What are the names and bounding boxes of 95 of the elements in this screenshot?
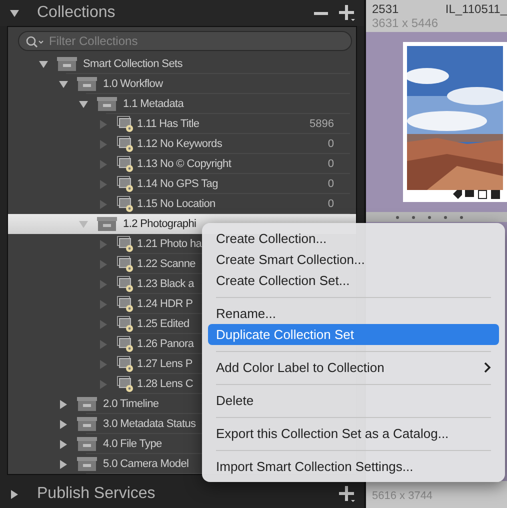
collection-name[interactable]: 1.14 No GPS Tag [137,178,218,190]
collection-name[interactable]: 1.27 Lens P [137,358,192,370]
collection-name[interactable]: 1.21 Photo ha [137,238,202,250]
menu-item[interactable]: Create Smart Collection... [208,249,499,270]
expanded-triangle-icon[interactable] [39,60,48,68]
rating-dot [460,216,463,218]
smart-collection-icon [117,176,133,192]
disclosure-triangle-icon [99,120,108,128]
collection-name[interactable]: 1.28 Lens C [137,378,194,390]
disclosure-triangle-icon [99,280,108,288]
menu-item[interactable]: Export this Collection Set as a Catalog... [208,423,499,444]
collection-name[interactable]: 1.25 Edited [137,318,190,330]
photo-dimensions: 5616 x 3744 [372,490,433,502]
photo-dimensions: 3631 x 5446 [372,16,440,30]
panel-title: Collections [37,4,116,22]
disclosure-triangle-icon [99,140,108,148]
collection-set-icon [97,97,117,111]
collection-name[interactable]: 5.0 Camera Model [103,458,189,470]
add-icon[interactable] [338,4,356,22]
collection-set-icon [77,77,97,91]
photo-index: 2531 [372,2,399,16]
collection-name[interactable]: 4.0 File Type [103,438,162,450]
collection-name[interactable]: 3.0 Metadata Status [103,418,196,430]
smart-collection-icon [117,316,133,332]
filter-field[interactable]: Filter Collections [18,31,352,51]
expanded-triangle-icon[interactable] [59,80,68,88]
collection-name[interactable]: 1.0 Workflow [103,78,163,90]
smart-collection-icon [117,356,133,372]
photo-count: 5896 [310,118,334,130]
collapsed-triangle-icon[interactable] [59,400,68,408]
collection-name[interactable]: 1.1 Metadata [123,98,184,110]
collection-name[interactable]: 2.0 Timeline [103,398,159,410]
menu-item[interactable]: Delete [208,390,499,411]
menu-item[interactable]: Create Collection... [208,228,499,249]
collection-name[interactable]: 1.22 Scanne [137,258,196,270]
collection-set-icon [97,217,117,231]
disclosure-triangle-icon [99,320,108,328]
photo-count: 0 [328,138,334,150]
disclosure-triangle-icon [99,340,108,348]
smart-collection-icon [117,336,133,352]
disclosure-triangle-icon [99,240,108,248]
expanded-triangle-icon[interactable] [10,8,19,18]
expanded-triangle-icon[interactable] [79,100,88,108]
collapsed-triangle-icon[interactable] [59,420,68,428]
disclosure-triangle-icon [99,200,108,208]
menu-item[interactable]: Rename... [208,303,499,324]
collection-set-icon [77,457,97,471]
collection-name[interactable]: Smart Collection Sets [83,58,182,70]
smart-collection-icon [117,236,133,252]
smart-collection-icon [117,156,133,172]
collection-name[interactable]: 1.11 Has Title [137,118,200,130]
disclosure-triangle-icon [99,380,108,388]
smart-collection-icon [117,296,133,312]
rating-dot [428,216,431,218]
collapsed-triangle-icon[interactable] [10,490,19,498]
collection-name[interactable]: 1.2 Photographi [123,218,196,230]
menu-item[interactable]: Create Collection Set... [208,270,499,291]
collection-name[interactable]: 1.26 Panora [137,338,194,350]
rating-dot [444,216,447,218]
disclosure-triangle-icon [99,260,108,268]
collection-name[interactable]: 1.13 No © Copyright [137,158,232,170]
photo-count: 0 [328,178,334,190]
collection-set-icon [77,417,97,431]
collection-set-icon [77,397,97,411]
collection-name[interactable]: 1.24 HDR P [137,298,193,310]
disclosure-triangle-icon [99,360,108,368]
disclosure-triangle-icon [99,300,108,308]
add-icon[interactable] [338,485,356,503]
badge-icons [453,190,503,199]
collection-name[interactable]: 1.15 No Location [137,198,216,210]
collection-name[interactable]: 1.23 Black a [137,278,194,290]
collection-set-icon [57,57,77,71]
disclosure-triangle-icon [99,180,108,188]
smart-collection-icon [117,196,133,212]
menu-item[interactable]: Import Smart Collection Settings... [208,456,499,477]
menu-item[interactable]: Add Color Label to Collection [208,357,499,378]
remove-icon[interactable] [314,12,328,14]
collection-set-icon [77,437,97,451]
search-icon [26,36,44,48]
photo-count: 0 [328,158,334,170]
smart-collection-icon [117,136,133,152]
panel-title: Publish Services [37,485,156,503]
smart-collection-icon [117,116,133,132]
disclosure-triangle-icon [99,160,108,168]
menu-item[interactable]: Duplicate Collection Set [208,324,499,345]
photo-count: 0 [328,198,334,210]
collection-name[interactable]: 1.12 No Keywords [137,138,222,150]
file-name: IL_110511_ [445,2,507,16]
smart-collection-icon [117,376,133,392]
rating-dot [396,216,399,218]
smart-collection-icon [117,256,133,272]
rating-dot [412,216,415,218]
collapsed-triangle-icon[interactable] [59,460,68,468]
collapsed-triangle-icon[interactable] [59,440,68,448]
smart-collection-icon [117,276,133,292]
